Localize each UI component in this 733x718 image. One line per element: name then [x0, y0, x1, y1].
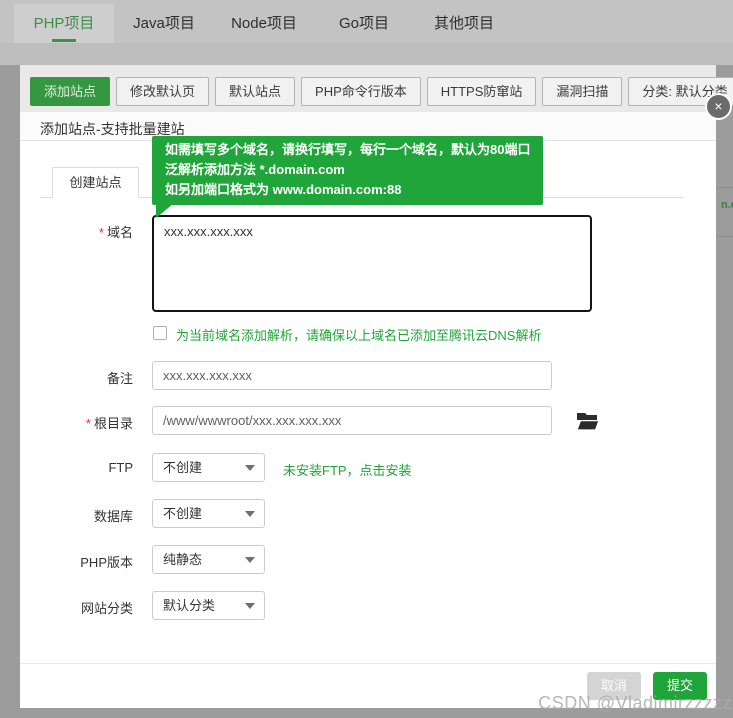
- chevron-down-icon: [245, 557, 255, 563]
- top-strip-shadow: [0, 43, 733, 65]
- close-icon: ×: [714, 98, 723, 114]
- site-category-select[interactable]: 默认分类: [152, 591, 265, 620]
- ftp-select[interactable]: 不创建: [152, 453, 265, 482]
- tab-create-site[interactable]: 创建站点: [52, 167, 139, 198]
- php-version-select[interactable]: 纯静态: [152, 545, 265, 574]
- background-link-fragment: n.c: [721, 199, 733, 211]
- php-version-label: PHP版本: [80, 555, 133, 570]
- background-table-line: [716, 187, 733, 188]
- php-cli-version-button[interactable]: PHP命令行版本: [301, 77, 421, 106]
- root-dir-input[interactable]: /www/wwwroot/xxx.xxx.xxx.xxx: [152, 406, 552, 435]
- database-select-value: 不创建: [163, 506, 203, 521]
- dns-resolve-checkbox[interactable]: [153, 326, 167, 340]
- required-mark: *: [98, 225, 104, 240]
- database-label: 数据库: [93, 509, 133, 524]
- submit-button[interactable]: 提交: [652, 672, 707, 700]
- close-button[interactable]: ×: [705, 93, 732, 120]
- chevron-down-icon: [245, 511, 255, 517]
- domain-help-tooltip: 如需填写多个域名，请换行填写，每行一个域名，默认为80端口 泛解析添加方法 *.…: [152, 136, 544, 218]
- cancel-button[interactable]: 取消: [586, 672, 641, 700]
- chevron-down-icon: [245, 603, 255, 609]
- https-anti-leech-button[interactable]: HTTPS防窜站: [426, 77, 537, 106]
- site-toolbar: 添加站点 修改默认页 默认站点 PHP命令行版本 HTTPS防窜站 漏洞扫描 分…: [30, 77, 733, 106]
- root-dir-label: * 根目录: [85, 416, 133, 431]
- add-site-button[interactable]: 添加站点: [30, 77, 111, 106]
- ftp-label: FTP: [108, 460, 133, 475]
- vulnerability-scan-button[interactable]: 漏洞扫描: [542, 77, 623, 106]
- note-label: 备注: [106, 371, 133, 386]
- domain-label: * 域名: [98, 225, 133, 240]
- install-ftp-link[interactable]: 未安装FTP，点击安装: [283, 460, 412, 479]
- tooltip-line: 泛解析添加方法 *.domain.com: [165, 162, 345, 177]
- site-category-label: 网站分类: [80, 601, 133, 616]
- tab-other-project[interactable]: 其他项目: [414, 4, 514, 43]
- site-category-select-value: 默认分类: [163, 598, 216, 613]
- php-version-select-value: 纯静态: [163, 552, 203, 567]
- project-type-tabs: PHP项目 Java项目 Node项目 Go项目 其他项目: [14, 4, 514, 43]
- domain-textarea[interactable]: xxx.xxx.xxx.xxx: [152, 215, 592, 312]
- modify-default-page-button[interactable]: 修改默认页: [116, 77, 210, 106]
- note-input[interactable]: xxx.xxx.xxx.xxx: [152, 361, 552, 390]
- default-site-button[interactable]: 默认站点: [215, 77, 296, 106]
- ftp-select-value: 不创建: [163, 460, 203, 475]
- chevron-down-icon: [245, 465, 255, 471]
- screen: PHP项目 Java项目 Node项目 Go项目 其他项目 添加站点 修改默认页…: [0, 0, 733, 718]
- folder-icon: [576, 413, 600, 431]
- dns-resolve-checkbox-label[interactable]: 为当前域名添加解析，请确保以上域名已添加至腾讯云DNS解析: [176, 325, 541, 344]
- tab-node-project[interactable]: Node项目: [214, 4, 314, 43]
- tab-go-project[interactable]: Go项目: [314, 4, 414, 43]
- add-site-dialog: 添加站点-支持批量建站 × 如需填写多个域名，请换行填写，每行一个域名，默认为8…: [20, 93, 732, 708]
- tooltip-line: 如另加端口格式为 www.domain.com:88: [165, 182, 402, 197]
- tab-php-project[interactable]: PHP项目: [14, 4, 114, 43]
- tooltip-line: 如需填写多个域名，请换行填写，每行一个域名，默认为80端口: [165, 142, 531, 157]
- page-content-area: 添加站点 修改默认页 默认站点 PHP命令行版本 HTTPS防窜站 漏洞扫描 分…: [20, 65, 733, 112]
- required-mark: *: [85, 416, 91, 431]
- browse-directory-button[interactable]: [576, 412, 600, 431]
- background-table-line: [716, 236, 733, 237]
- database-select[interactable]: 不创建: [152, 499, 265, 528]
- dialog-footer: 取消 提交: [20, 663, 716, 708]
- tab-java-project[interactable]: Java项目: [114, 4, 214, 43]
